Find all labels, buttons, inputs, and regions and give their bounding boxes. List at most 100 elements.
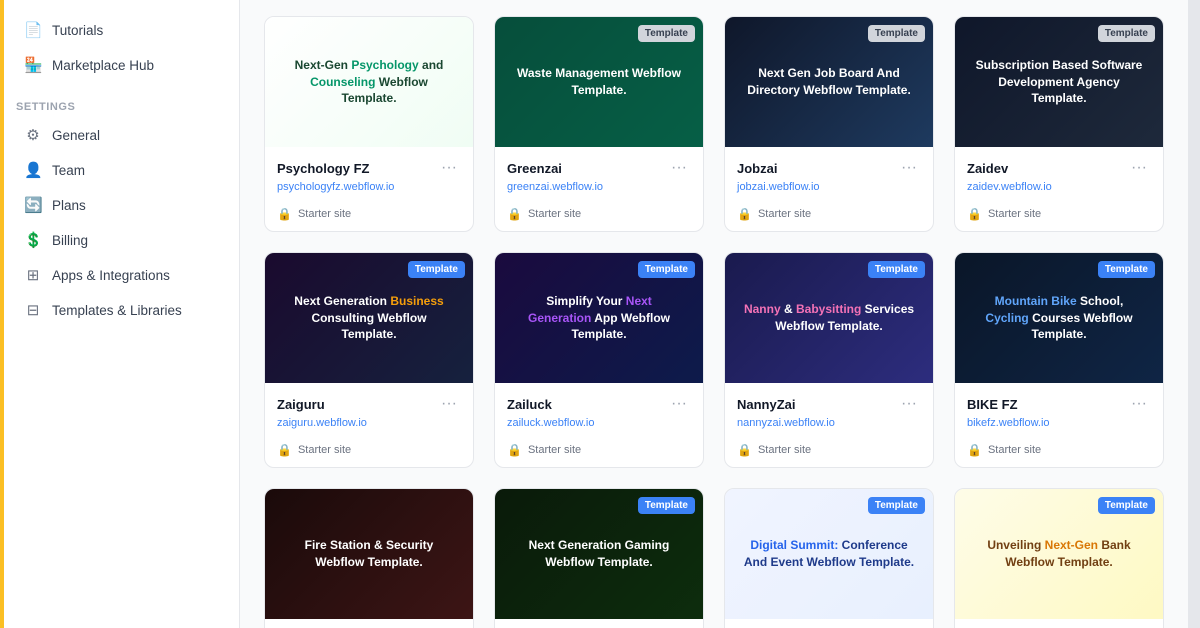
templates-libraries-icon: ⊟	[24, 301, 42, 319]
card-url[interactable]: psychologyfz.webflow.io	[277, 181, 461, 193]
sidebar-item-templates-libraries[interactable]: ⊟ Templates & Libraries	[8, 293, 231, 327]
card-thumbnail: Next Gen Job Board And Directory Webflow…	[725, 17, 933, 147]
card-body: Zailuck ··· zailuck.webflow.io	[495, 383, 703, 437]
card-header-row: Psychology FZ ···	[277, 157, 461, 179]
template-badge: Template	[408, 261, 465, 278]
template-card-jobzai[interactable]: Next Gen Job Board And Directory Webflow…	[724, 16, 934, 232]
sidebar-item-apps-integrations[interactable]: ⊞Apps & Integrations	[8, 258, 231, 292]
card-menu-button[interactable]: ···	[1127, 393, 1151, 415]
thumb-text: Next Gen Job Board And Directory Webflow…	[735, 57, 923, 107]
card-footer-label: Starter site	[528, 444, 581, 456]
template-card-nannyzai[interactable]: Nanny & Babysitting Services Webflow Tem…	[724, 252, 934, 468]
billing-icon: 💲	[24, 231, 42, 249]
sidebar-item-label: Templates & Libraries	[52, 303, 182, 318]
card-body: NannyZai ··· nannyzai.webflow.io	[725, 383, 933, 437]
template-card-bikefz[interactable]: Mountain Bike School, Cycling Courses We…	[954, 252, 1164, 468]
thumb-text: Next Generation Business Consulting Webf…	[275, 285, 463, 351]
card-menu-button[interactable]: ···	[1127, 157, 1151, 179]
card-body: Gonzai ··· gonzai.webflow.io	[495, 619, 703, 628]
card-url[interactable]: zaiguru.webflow.io	[277, 417, 461, 429]
thumb-text: Waste Management Webflow Template.	[505, 57, 693, 107]
settings-section-label: Settings	[0, 91, 239, 117]
starter-site-icon: 🔒	[737, 207, 752, 221]
sidebar-item-tutorials[interactable]: 📄 Tutorials	[8, 13, 231, 47]
template-card-zaifd[interactable]: Fire Station & Security Webflow Template…	[264, 488, 474, 628]
card-header-row: Jobzai ···	[737, 157, 921, 179]
template-badge: Template	[1098, 497, 1155, 514]
thumb-text: Simplify Your Next Generation App Webflo…	[505, 285, 693, 351]
card-thumbnail: Nanny & Babysitting Services Webflow Tem…	[725, 253, 933, 383]
card-url[interactable]: nannyzai.webflow.io	[737, 417, 921, 429]
card-url[interactable]: bikefz.webflow.io	[967, 417, 1151, 429]
scrollbar[interactable]	[1188, 0, 1200, 628]
card-header-row: Greenzai ···	[507, 157, 691, 179]
card-name: Zaidev	[967, 161, 1008, 176]
template-badge: Template	[638, 497, 695, 514]
template-card-greenzai[interactable]: Waste Management Webflow Template. Templ…	[494, 16, 704, 232]
template-card-zaivent[interactable]: Digital Summit: Conference And Event Web…	[724, 488, 934, 628]
card-thumb-bg: Next-Gen Psychology and Counseling Webfl…	[265, 17, 473, 147]
sidebar-item-label: Billing	[52, 233, 88, 248]
card-menu-button[interactable]: ···	[667, 393, 691, 415]
team-icon: 👤	[24, 161, 42, 179]
template-card-zaibnk[interactable]: Unveiling Next-Gen Bank Webflow Template…	[954, 488, 1164, 628]
card-menu-button[interactable]: ···	[437, 393, 461, 415]
card-thumbnail: Subscription Based Software Development …	[955, 17, 1163, 147]
card-footer: 🔒 Starter site	[725, 437, 933, 467]
template-badge: Template	[638, 261, 695, 278]
card-menu-button[interactable]: ···	[897, 393, 921, 415]
card-menu-button[interactable]: ···	[667, 157, 691, 179]
template-card-psychology-fz[interactable]: Next-Gen Psychology and Counseling Webfl…	[264, 16, 474, 232]
sidebar-item-marketplace-hub[interactable]: 🏪Marketplace Hub	[8, 48, 231, 82]
template-card-zaidev[interactable]: Subscription Based Software Development …	[954, 16, 1164, 232]
card-header-row: Zailuck ···	[507, 393, 691, 415]
card-menu-button[interactable]: ···	[437, 157, 461, 179]
starter-site-icon: 🔒	[737, 443, 752, 457]
sidebar-item-general[interactable]: ⚙General	[8, 118, 231, 152]
starter-site-icon: 🔒	[967, 207, 982, 221]
starter-site-icon: 🔒	[277, 207, 292, 221]
card-footer: 🔒 Starter site	[265, 437, 473, 467]
tutorials-icon: 📄	[24, 21, 42, 39]
template-card-zailuck[interactable]: Simplify Your Next Generation App Webflo…	[494, 252, 704, 468]
thumb-text: Next-Gen Psychology and Counseling Webfl…	[275, 49, 463, 115]
card-thumb-bg: Fire Station & Security Webflow Template…	[265, 489, 473, 619]
template-card-gonzai[interactable]: Next Generation Gaming Webflow Template.…	[494, 488, 704, 628]
card-name: Jobzai	[737, 161, 777, 176]
card-footer-label: Starter site	[298, 208, 351, 220]
plans-icon: 🔄	[24, 196, 42, 214]
card-footer-label: Starter site	[988, 444, 1041, 456]
template-card-zaiguru[interactable]: Next Generation Business Consulting Webf…	[264, 252, 474, 468]
card-footer: 🔒 Starter site	[955, 437, 1163, 467]
card-header-row: BIKE FZ ···	[967, 393, 1151, 415]
thumb-text: Subscription Based Software Development …	[965, 49, 1153, 115]
sidebar-item-billing[interactable]: 💲 Billing	[8, 223, 231, 257]
card-name: Zailuck	[507, 397, 552, 412]
card-body: BIKE FZ ··· bikefz.webflow.io	[955, 383, 1163, 437]
card-thumbnail: Next Generation Gaming Webflow Template.…	[495, 489, 703, 619]
sidebar-item-label: Tutorials	[52, 23, 103, 38]
sidebar-item-label: Plans	[52, 198, 86, 213]
sidebar-item-plans[interactable]: 🔄 Plans	[8, 188, 231, 222]
card-menu-button[interactable]: ···	[897, 157, 921, 179]
card-url[interactable]: jobzai.webflow.io	[737, 181, 921, 193]
card-footer: 🔒 Starter site	[265, 201, 473, 231]
starter-site-icon: 🔒	[967, 443, 982, 457]
card-name: NannyZai	[737, 397, 796, 412]
card-url[interactable]: zailuck.webflow.io	[507, 417, 691, 429]
thumb-text: Nanny & Babysitting Services Webflow Tem…	[735, 293, 923, 343]
card-body: Zaibnk ··· zaibnk.webflow.io	[955, 619, 1163, 628]
card-url[interactable]: zaidev.webflow.io	[967, 181, 1151, 193]
sidebar-item-team[interactable]: 👤Team	[8, 153, 231, 187]
template-badge: Template	[1098, 25, 1155, 42]
card-name: Greenzai	[507, 161, 562, 176]
card-thumbnail: Next Generation Business Consulting Webf…	[265, 253, 473, 383]
template-badge: Template	[1098, 261, 1155, 278]
card-body: Greenzai ··· greenzai.webflow.io	[495, 147, 703, 201]
card-url[interactable]: greenzai.webflow.io	[507, 181, 691, 193]
sidebar-item-label: Marketplace Hub	[52, 58, 154, 73]
card-footer: 🔒 Starter site	[495, 201, 703, 231]
card-footer: 🔒 Starter site	[725, 201, 933, 231]
card-body: ZaiFD ··· zaifd.webflow.io	[265, 619, 473, 628]
card-footer-label: Starter site	[988, 208, 1041, 220]
